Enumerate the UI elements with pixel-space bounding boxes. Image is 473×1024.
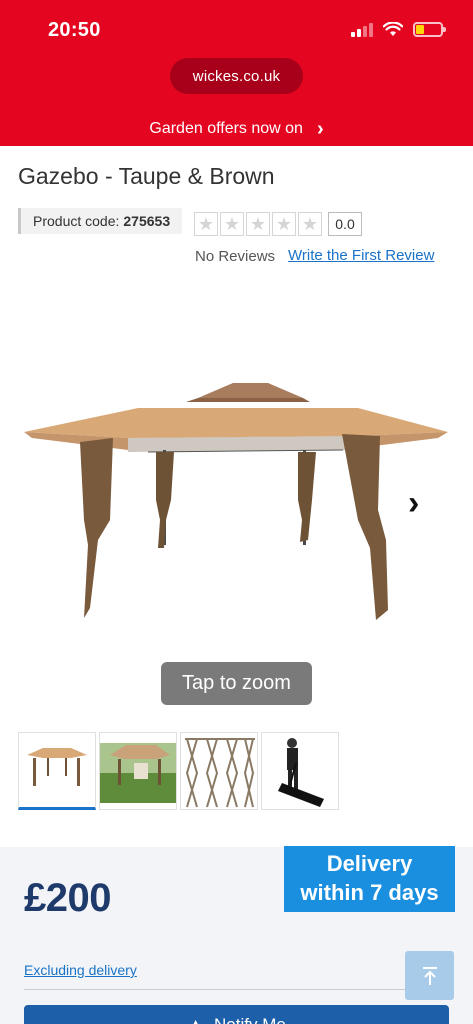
thumbnail-gazebo-garden[interactable] (99, 732, 177, 810)
rating-value: 0.0 (328, 212, 362, 236)
star-icon: ★ (298, 212, 322, 236)
browser-header: 20:50 wickes.co.uk Garden offers now on … (0, 0, 473, 146)
status-time: 20:50 (48, 19, 101, 41)
delivery-line2: within 7 days (300, 880, 439, 905)
star-icon: ★ (246, 212, 270, 236)
thumbnail-gazebo-front[interactable] (18, 732, 96, 810)
notify-me-button[interactable]: ▲ Notify Me (24, 1005, 449, 1024)
delivery-badge: Delivery within 7 days (284, 846, 455, 912)
product-main-image[interactable] (18, 370, 458, 630)
thumbnail-gazebo-carry-bag[interactable] (261, 732, 339, 810)
chevron-right-icon: › (316, 118, 324, 140)
product-title: Gazebo - Taupe & Brown (18, 163, 275, 189)
promo-text: Garden offers now on (149, 120, 303, 137)
status-icons (351, 22, 446, 37)
bell-icon: ▲ (187, 1015, 204, 1024)
cellular-signal-icon (351, 22, 373, 37)
arrow-up-to-top-icon (422, 966, 437, 985)
excluding-delivery-link[interactable]: Excluding delivery (24, 962, 137, 978)
tap-to-zoom-button[interactable]: Tap to zoom (161, 662, 312, 705)
star-icon: ★ (272, 212, 296, 236)
product-code: Product code: 275653 (18, 208, 183, 234)
back-to-top-button[interactable] (405, 951, 454, 1000)
notify-me-label: Notify Me (214, 1015, 286, 1024)
write-review-link[interactable]: Write the First Review (288, 247, 434, 264)
star-icon: ★ (220, 212, 244, 236)
wifi-icon (383, 22, 403, 36)
rating-stars: ★ ★ ★ ★ ★ (194, 212, 322, 236)
delivery-line1: Delivery (326, 851, 413, 877)
product-code-label: Product code: (33, 213, 120, 229)
no-reviews-text: No Reviews (195, 248, 276, 265)
battery-icon (413, 22, 446, 37)
url-bar[interactable]: wickes.co.uk (170, 58, 303, 94)
product-code-value: 275653 (123, 213, 171, 229)
thumbnail-strip (18, 732, 339, 810)
divider (24, 989, 449, 990)
promo-banner[interactable]: Garden offers now on › (0, 112, 473, 146)
star-icon: ★ (194, 212, 218, 236)
thumbnail-gazebo-frame[interactable] (180, 732, 258, 810)
product-price: £200 (24, 876, 111, 920)
chevron-right-icon[interactable]: › (408, 486, 419, 520)
